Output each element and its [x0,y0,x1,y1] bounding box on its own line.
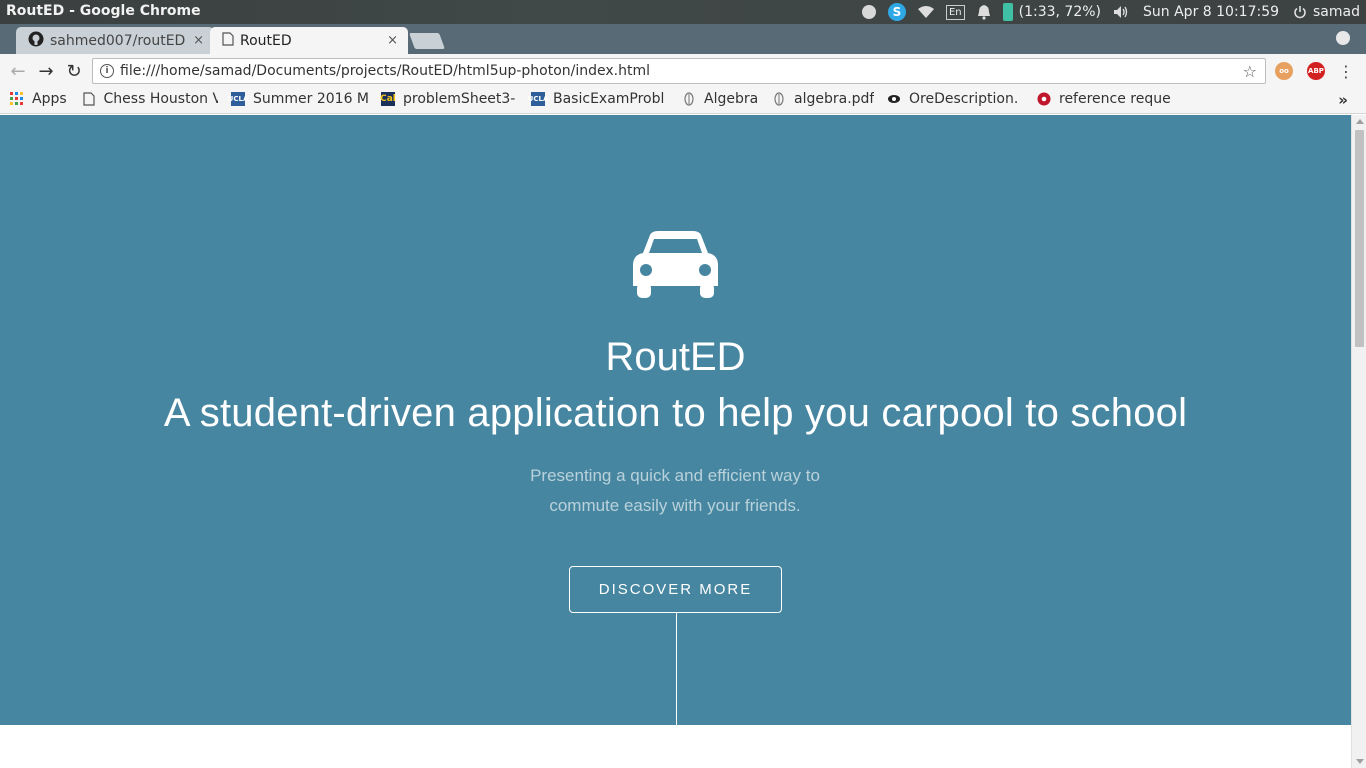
tab-strip: sahmed007/routED × RoutED × [0,24,1366,54]
tab-github[interactable]: sahmed007/routED × [16,27,214,54]
scrollbar-thumb[interactable] [1355,130,1364,347]
leaf-icon [772,92,786,106]
divider-line [676,613,677,725]
page-description: Presenting a quick and efficient way to … [475,461,875,521]
back-arrow-icon[interactable]: ← [6,59,30,83]
power-icon[interactable] [1293,0,1307,24]
bookmark-label: Summer 2016 Ma [253,91,369,107]
cal-icon: Cal [380,92,396,106]
url-text[interactable]: file:///home/samad/Documents/projects/Ro… [120,63,1243,79]
bookmark-label: Algebra [704,91,759,107]
system-tray: S En (1:33, 72%) Sun Apr 8 10:17:59 sama… [850,0,1360,24]
discover-more-button[interactable]: DISCOVER MORE [569,566,782,613]
skype-tray-icon[interactable]: S [887,0,906,24]
keyboard-layout-indicator[interactable]: En [945,0,965,24]
clock[interactable]: Sun Apr 8 10:17:59 [1143,0,1279,24]
bookmark-algebra[interactable]: Algebra [682,91,758,107]
bookmark-reference-request[interactable]: reference reque [1037,91,1175,107]
new-tab-button[interactable] [409,33,445,49]
page-icon [222,31,234,50]
description-line: Presenting a quick and efficient way to [530,466,820,485]
bookmark-label: reference reque [1059,91,1171,107]
scroll-down-arrow-icon[interactable] [1356,759,1364,764]
apps-grid-icon [10,92,24,106]
reload-icon[interactable]: ↻ [62,59,86,83]
notification-bell-icon[interactable] [977,0,991,24]
user-name[interactable]: samad [1313,0,1360,24]
page-icon [82,92,96,106]
page-title: RoutED [605,335,746,379]
wifi-icon[interactable] [917,0,934,24]
bookmark-problemsheet3[interactable]: Cal problemSheet3- [380,91,519,107]
forward-arrow-icon[interactable]: → [34,59,58,83]
flower-icon [1037,92,1051,106]
address-bar[interactable]: i file:///home/samad/Documents/projects/… [92,58,1266,84]
window-title: RoutED - Google Chrome [6,3,201,19]
battery-status[interactable]: (1:33, 72%) [1019,0,1101,24]
owl-extension-icon[interactable]: oo [1275,62,1293,80]
adblock-plus-icon[interactable]: ABP [1307,62,1325,80]
page-viewport: RoutED A student-driven application to h… [0,115,1351,768]
github-icon [28,31,44,51]
page-tagline: A student-driven application to help you… [163,391,1188,435]
bookmark-label: Chess Houston V [103,91,218,107]
menu-dots-icon[interactable]: ⋮ [1338,62,1354,81]
bookmark-algebra-pdf[interactable]: algebra.pdf [772,91,874,107]
bookmark-label: Apps [32,91,67,107]
bookmarks-overflow-icon[interactable]: » [1338,91,1348,109]
bookmarks-bar: Apps Chess Houston V UCLA Summer 2016 Ma… [0,88,1366,114]
close-icon[interactable]: × [387,33,398,48]
scroll-up-arrow-icon[interactable] [1356,119,1364,124]
bookmark-label: BasicExamProbl [553,91,665,107]
battery-icon[interactable] [1002,0,1013,24]
bookmark-oredescription[interactable]: OreDescription. [887,91,1027,107]
description-line: commute easily with your friends. [549,496,801,515]
hero-banner: RoutED A student-driven application to h… [0,115,1351,725]
os-top-bar: RoutED - Google Chrome S En (1:33, 72%) … [0,0,1366,24]
bookmark-chess-houston[interactable]: Chess Houston V [82,91,218,107]
bookmark-label: OreDescription. [909,91,1019,107]
bookmark-label: problemSheet3- [403,91,516,107]
browser-toolbar: ← → ↻ i file:///home/samad/Documents/pro… [0,54,1366,88]
bookmark-summer-2016[interactable]: UCLA Summer 2016 Ma [228,91,369,107]
volume-icon[interactable] [1113,0,1129,24]
profile-icon[interactable] [1336,31,1350,45]
ucla-icon: UCLA [528,92,548,106]
ucla-icon: UCLA [228,92,248,106]
bookmark-label: algebra.pdf [794,91,875,107]
close-icon[interactable]: × [193,33,204,48]
bookmark-apps[interactable]: Apps [10,91,67,107]
car-icon [632,231,719,304]
tab-routed[interactable]: RoutED × [210,27,408,54]
vertical-scrollbar[interactable] [1351,115,1366,768]
leaf-icon [682,92,696,106]
tab-label: RoutED [240,32,292,49]
info-icon[interactable]: i [100,64,114,78]
tab-label: sahmed007/routED [50,32,186,49]
eye-icon [887,92,901,106]
steam-tray-icon[interactable] [861,0,876,24]
bookmark-basicexamproblems[interactable]: UCLA BasicExamProbl [528,91,669,107]
bookmark-star-icon[interactable]: ☆ [1243,62,1257,81]
